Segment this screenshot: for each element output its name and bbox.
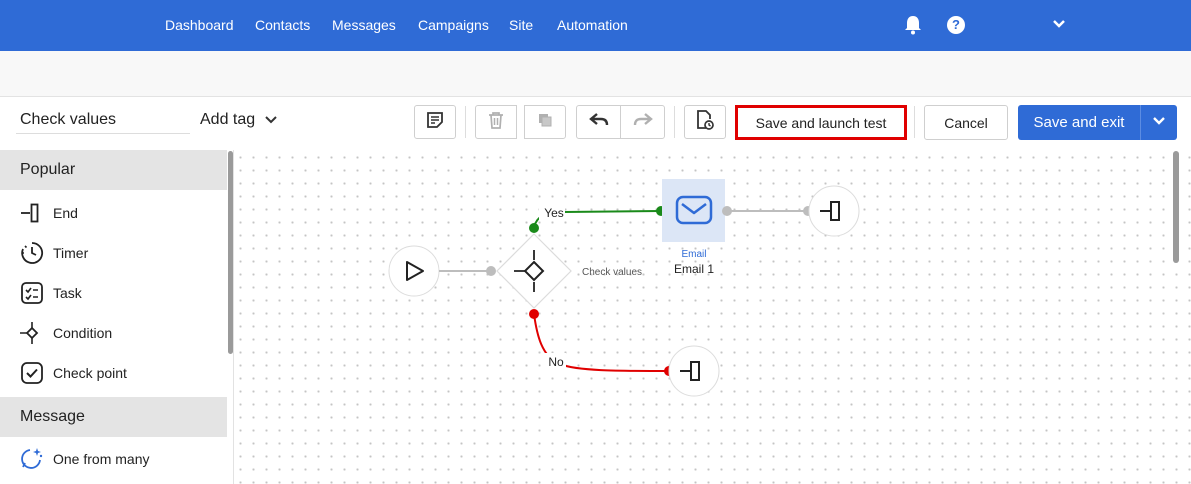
palette-item-label: Task bbox=[53, 285, 82, 301]
undo-icon bbox=[588, 112, 609, 133]
test-history-button[interactable] bbox=[684, 105, 726, 139]
palette-item-label: Timer bbox=[53, 245, 89, 261]
end-node-yes[interactable] bbox=[808, 185, 860, 237]
toolbar-divider bbox=[674, 106, 675, 138]
connector-port bbox=[722, 206, 732, 216]
element-palette: Popular End Timer Task Condition Check p… bbox=[0, 150, 234, 484]
note-icon bbox=[425, 110, 445, 135]
email-node[interactable] bbox=[662, 179, 725, 242]
notes-button[interactable] bbox=[414, 105, 456, 139]
delete-button[interactable] bbox=[475, 105, 517, 139]
check-point-icon bbox=[20, 361, 44, 385]
add-tag-label: Add tag bbox=[200, 111, 256, 128]
palette-item-one-from-many[interactable]: One from many bbox=[20, 447, 220, 471]
yes-port bbox=[529, 223, 539, 233]
sub-bar bbox=[0, 51, 1191, 96]
palette-item-timer[interactable]: Timer bbox=[20, 241, 220, 265]
end-icon bbox=[20, 201, 44, 225]
palette-item-condition[interactable]: Condition bbox=[20, 321, 220, 345]
undo-button[interactable] bbox=[576, 105, 621, 139]
palette-item-end[interactable]: End bbox=[20, 201, 220, 225]
palette-item-task[interactable]: Task bbox=[20, 281, 220, 305]
task-icon bbox=[20, 281, 44, 305]
email-node-name: Email 1 bbox=[674, 262, 714, 276]
toolbar-divider bbox=[914, 106, 915, 138]
copy-icon bbox=[536, 111, 554, 134]
add-tag-dropdown[interactable]: Add tag bbox=[200, 111, 277, 129]
palette-item-label: Check point bbox=[53, 365, 127, 381]
nav-dashboard[interactable]: Dashboard bbox=[165, 17, 234, 33]
bell-icon[interactable] bbox=[903, 14, 923, 41]
chevron-down-icon[interactable] bbox=[1052, 17, 1066, 36]
automation-name-input[interactable] bbox=[16, 106, 190, 134]
palette-item-label: Condition bbox=[53, 325, 113, 341]
palette-item-label: One from many bbox=[53, 451, 150, 467]
duplicate-button[interactable] bbox=[524, 105, 566, 139]
trash-icon bbox=[487, 110, 505, 135]
workflow-canvas[interactable]: Yes No Check values Email Email 1 bbox=[234, 151, 1191, 484]
nav-site[interactable]: Site bbox=[509, 17, 533, 33]
end-node-no[interactable] bbox=[668, 345, 720, 397]
help-icon[interactable]: ? bbox=[947, 16, 965, 34]
timer-icon bbox=[20, 241, 44, 265]
save-options-button[interactable] bbox=[1140, 105, 1177, 140]
cancel-button[interactable]: Cancel bbox=[924, 105, 1008, 140]
ai-sparkle-icon bbox=[20, 447, 44, 471]
top-nav: Dashboard Contacts Messages Campaigns Si… bbox=[0, 0, 1191, 51]
nav-messages[interactable]: Messages bbox=[332, 17, 396, 33]
section-popular: Popular bbox=[0, 150, 227, 190]
no-label: No bbox=[548, 355, 564, 369]
no-port bbox=[529, 309, 539, 319]
yes-label: Yes bbox=[544, 206, 564, 220]
workflow-graph: Yes No Check values Email Email 1 bbox=[388, 179, 860, 397]
redo-button[interactable] bbox=[620, 105, 665, 139]
section-message: Message bbox=[0, 397, 227, 437]
save-launch-test-button[interactable]: Save and launch test bbox=[735, 105, 907, 140]
palette-item-check-point[interactable]: Check point bbox=[20, 361, 220, 385]
nav-campaigns[interactable]: Campaigns bbox=[418, 17, 489, 33]
redo-icon bbox=[633, 112, 653, 133]
nav-automation[interactable]: Automation bbox=[557, 17, 628, 33]
chevron-down-icon bbox=[1152, 114, 1166, 131]
chevron-down-icon bbox=[264, 113, 278, 132]
toolbar-divider bbox=[465, 106, 466, 138]
email-node-type: Email bbox=[681, 249, 706, 260]
condition-node-label: Check values bbox=[582, 267, 642, 278]
condition-icon bbox=[20, 321, 44, 345]
save-exit-button[interactable]: Save and exit bbox=[1018, 105, 1140, 140]
palette-scrollbar[interactable] bbox=[228, 151, 233, 354]
condition-node[interactable] bbox=[496, 233, 572, 309]
file-history-icon bbox=[695, 109, 715, 136]
start-node[interactable] bbox=[388, 245, 440, 297]
canvas-scrollbar[interactable] bbox=[1173, 151, 1179, 263]
nav-contacts[interactable]: Contacts bbox=[255, 17, 310, 33]
palette-item-label: End bbox=[53, 205, 78, 221]
connector-port bbox=[486, 266, 496, 276]
